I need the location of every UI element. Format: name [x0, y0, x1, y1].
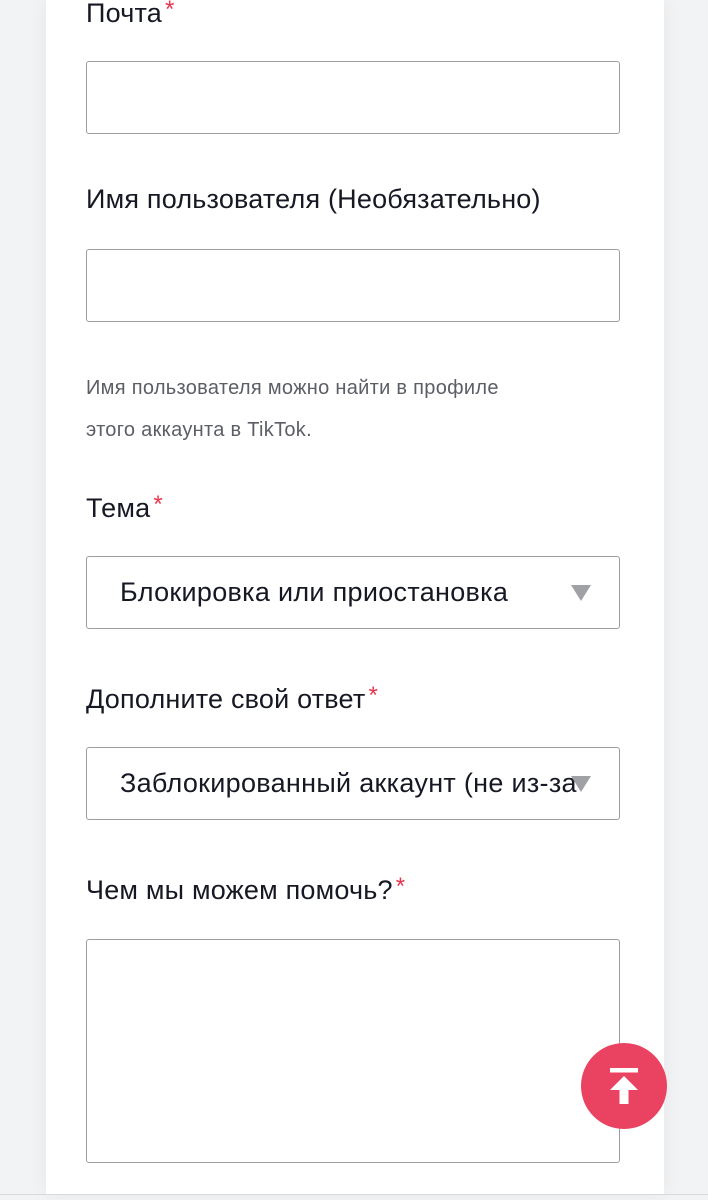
chevron-down-icon [571, 585, 591, 601]
scroll-top-button[interactable] [581, 1043, 667, 1129]
detail-select[interactable]: Заблокированный аккаунт (не из-за [86, 747, 620, 820]
arrow-up-to-top-icon [610, 1068, 638, 1104]
username-field-wrapper [86, 249, 620, 322]
page-divider [0, 1194, 708, 1195]
help-request-wrapper [86, 939, 620, 1163]
help-request-label: Чем мы можем помочь? * [86, 873, 406, 905]
topic-label: Тема * [86, 491, 163, 523]
email-label: Почта * [86, 0, 175, 29]
username-field[interactable] [87, 250, 619, 321]
email-field[interactable] [87, 62, 619, 133]
email-field-wrapper [86, 61, 620, 134]
topic-select-value: Блокировка или приостановка [120, 577, 509, 607]
required-mark: * [395, 873, 406, 900]
help-request-textarea[interactable] [87, 940, 619, 1162]
detail-select-value: Заблокированный аккаунт (не из-за [120, 768, 577, 798]
detail-label: Дополните свой ответ * [86, 682, 378, 714]
required-mark: * [368, 682, 378, 709]
required-mark: * [153, 491, 163, 518]
chevron-down-icon [571, 776, 591, 792]
required-mark: * [164, 0, 175, 23]
topic-select[interactable]: Блокировка или приостановка [86, 556, 620, 629]
username-label: Имя пользователя (Необязательно) [86, 184, 541, 214]
username-help-text: Имя пользователя можно найти в профиле э… [86, 377, 499, 441]
